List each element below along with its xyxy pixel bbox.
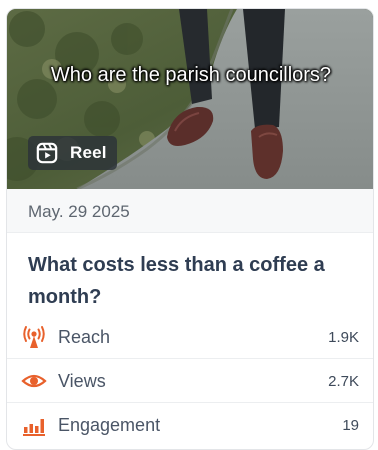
metric-reach: Reach 1.9K — [7, 315, 373, 359]
eye-icon — [21, 374, 47, 388]
metric-value: 2.7K — [328, 373, 359, 390]
bar-chart-icon — [23, 419, 45, 436]
post-date: May. 29 2025 — [28, 202, 130, 221]
reel-badge: Reel — [28, 136, 117, 170]
reel-icon — [36, 142, 58, 164]
reel-badge-label: Reel — [70, 143, 107, 162]
metric-views: Views 2.7K — [7, 359, 373, 403]
reel-caption: Who are the parish councillors? — [50, 64, 332, 86]
metric-label: Reach — [58, 327, 111, 347]
metric-label: Engagement — [58, 415, 161, 435]
post-title[interactable]: What costs less than a coffee a month? — [28, 249, 368, 313]
metric-engagement: Engagement 19 — [7, 403, 373, 447]
reel-thumbnail[interactable]: Who are the parish councillors? Reel — [7, 9, 373, 189]
reach-icon — [23, 326, 45, 348]
post-card[interactable]: Who are the parish councillors? Reel May… — [6, 8, 374, 450]
metric-label: Views — [58, 371, 106, 391]
date-band: May. 29 2025 — [7, 189, 373, 233]
metric-value: 19 — [342, 417, 359, 434]
metric-value: 1.9K — [328, 329, 359, 346]
